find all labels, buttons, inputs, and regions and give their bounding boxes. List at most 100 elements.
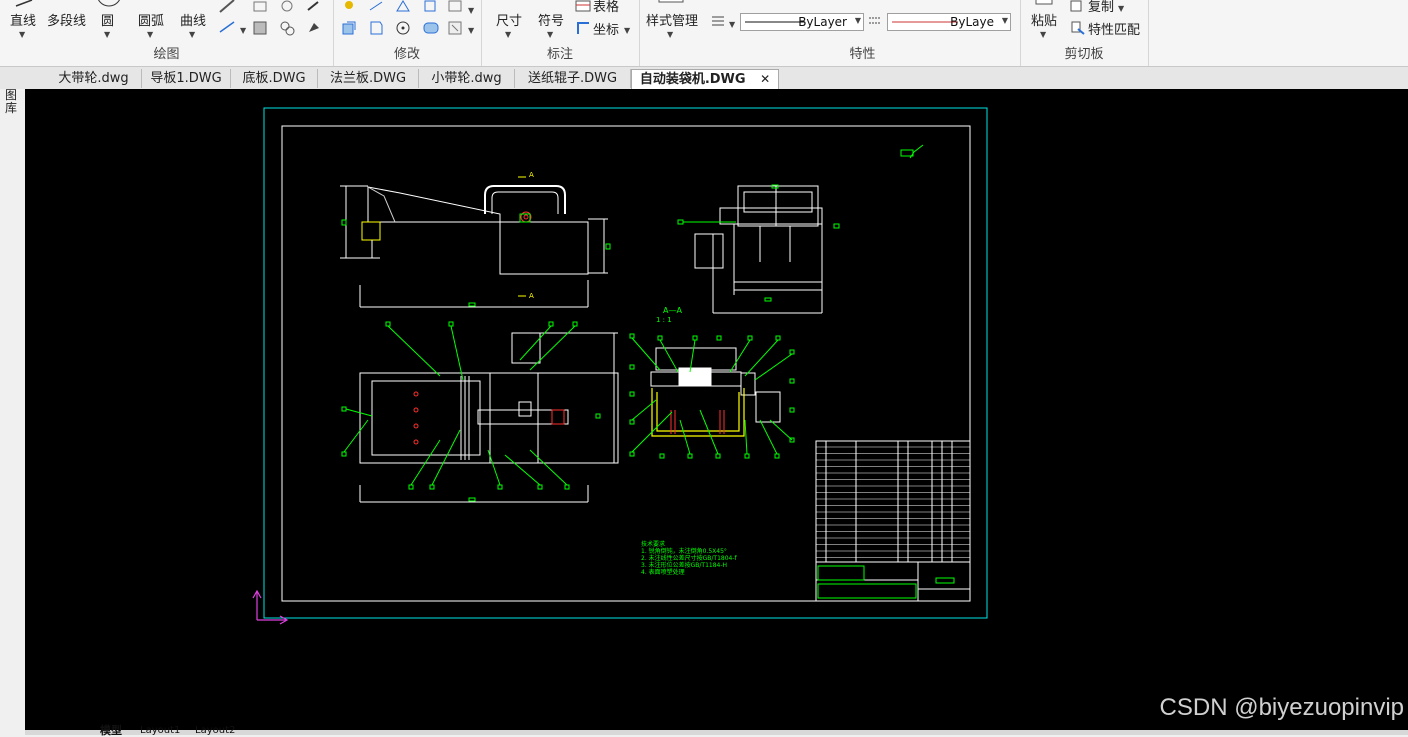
offset-icon[interactable] [422,0,438,12]
circle-icon [98,0,120,7]
mirror-icon[interactable] [395,0,411,12]
scale-label: 1 : 1 [656,316,672,324]
move-icon[interactable] [341,0,357,12]
tech-note-4: 4. 表面喷塑处理 [641,568,685,576]
arc-dropdown-arrow[interactable]: ▼ [147,26,153,41]
style-manager-dropdown-arrow[interactable]: ▼ [667,26,673,41]
block-icon[interactable] [279,0,295,12]
rotate-icon[interactable] [395,20,411,36]
hatch-icon[interactable] [252,20,268,36]
tab-label: 底板.DWG [242,71,306,86]
library-label[interactable]: 图库 [5,89,19,115]
explode-dropdown[interactable]: ▼ [468,22,474,37]
explode-icon[interactable] [447,20,463,36]
modify-group-title: 修改 [393,47,420,62]
layout-tab-1[interactable]: Layout1 [140,726,180,736]
tab-label: 送纸辊子.DWG [527,71,618,86]
curve-dropdown-arrow[interactable]: ▼ [189,26,195,41]
draw-group: 直线 ▼ 多段线 圆 ▼ 圆弧 ▼ 曲线 ▼ ▼ 绘图 [0,0,334,66]
tab-guide-plate[interactable]: 导板1.DWG [142,69,231,88]
paste-icon [1035,0,1053,5]
table-icon [575,0,591,12]
color-combo[interactable]: ByLaye ▼ [887,13,1011,31]
tab-small-pulley[interactable]: 小带轮.dwg [419,69,515,88]
copy-dropdown-arrow[interactable]: ▼ [1118,0,1124,15]
sheet-inner-border [281,125,971,602]
scale-icon[interactable] [368,20,384,36]
tech-note-1: 1. 锐角倒钝，未注倒角0.5X45° [641,547,727,555]
tab-big-pulley[interactable]: 大带轮.dwg [46,69,142,88]
annotate-group-title: 标注 [546,47,573,62]
tab-auto-bagging-machine[interactable]: 自动装袋机.DWG ✕ [631,69,779,89]
lineweight-dropdown[interactable]: ▼ [729,16,735,31]
line-dropdown-arrow[interactable]: ▼ [19,26,25,41]
lineweight-icon [712,16,724,26]
color-dropdown-arrow[interactable]: ▼ [1002,16,1008,25]
section-mark-bottom: A [529,292,534,300]
linetype-preview [745,21,805,23]
circle-dropdown-arrow[interactable]: ▼ [104,26,110,41]
copy-objects-icon[interactable] [341,20,359,36]
section-label: A—A [663,306,682,315]
tab-label: 大带轮.dwg [58,71,129,86]
document-tab-bar: 大带轮.dwg 导板1.DWG 底板.DWG 法兰板.DWG 小带轮.dwg 送… [0,67,1408,89]
tab-feed-roller[interactable]: 送纸辊子.DWG [515,69,631,88]
modify-group: ▼ ▼ 修改 [333,0,482,66]
coordinate-icon [577,22,589,34]
tab-label: 法兰板.DWG [329,71,407,86]
tab-base-plate[interactable]: 底板.DWG [231,69,318,88]
tech-notes: 技术要求 1. 锐角倒钝，未注倒角0.5X45° 2. 未注线性公差尺寸按GB/… [641,540,738,576]
polyline-button[interactable]: 多段线 [47,10,86,29]
layout-tab-model[interactable]: 模型 [100,725,122,736]
coordinate-button[interactable]: 坐标 [593,19,619,38]
color-value: ByLaye [950,15,994,29]
properties-group-title: 特性 [849,47,876,62]
fill-icon[interactable] [306,20,322,36]
region-icon[interactable] [279,20,295,36]
clipboard-group-title: 剪切板 [1064,47,1104,62]
style-manager-icon [658,0,684,3]
parts-list-table [815,440,971,602]
layout-tab-bar: 模型 Layout1 Layout2 [25,725,1408,736]
tab-flange-plate[interactable]: 法兰板.DWG [318,69,419,88]
pencil-icon[interactable] [218,0,236,14]
coordinate-dropdown-arrow[interactable]: ▼ [624,22,630,37]
draw-group-title: 绘图 [153,47,180,62]
top-view [359,332,619,503]
side-view [694,185,823,314]
table-button[interactable]: 表格 [593,0,619,15]
polygon-icon[interactable] [252,0,268,12]
match-properties-button[interactable]: 特性匹配 [1088,19,1140,38]
title-block-green [817,565,955,599]
linetype-combo[interactable]: ByLayer ▼ [740,13,864,31]
copy-button[interactable]: 复制 [1088,0,1114,15]
layout-tab-2[interactable]: Layout2 [195,726,235,736]
symbol-dropdown-arrow[interactable]: ▼ [547,26,553,41]
drawing-canvas[interactable]: A A A—A 1: 1 技术要求 1. 锐角倒钝，未注倒角0.5X45° 2… [25,89,1408,730]
section-view-hatch [651,388,745,437]
roughness-symbol [900,144,924,159]
tab-label: 导板1.DWG [150,71,222,86]
construction-line-dropdown[interactable]: ▼ [240,22,246,37]
stretch-dropdown[interactable]: ▼ [468,2,474,17]
construction-line-icon[interactable] [218,20,236,34]
trim-icon[interactable] [368,0,384,12]
style-group: 样式管理 ▼ [639,0,705,66]
sheet-outer-border [263,107,988,619]
side-view-labels [677,184,840,302]
parts-list-rows [816,446,970,558]
paste-dropdown-arrow[interactable]: ▼ [1040,26,1046,41]
dimension-dropdown-arrow[interactable]: ▼ [505,26,511,41]
linetype-dropdown-arrow[interactable]: ▼ [855,16,861,25]
array-icon[interactable] [422,20,440,36]
stretch-icon[interactable] [447,0,463,12]
point-icon[interactable] [306,0,320,12]
color-preview [892,21,958,23]
front-view-labels [341,213,611,307]
tab-label: 自动装袋机.DWG [639,72,746,87]
tab-label: 小带轮.dwg [431,71,502,86]
tech-note-2: 2. 未注线性公差尺寸按GB/T1804-f [641,554,738,562]
close-icon[interactable]: ✕ [760,72,770,86]
ribbon: 直线 ▼ 多段线 圆 ▼ 圆弧 ▼ 曲线 ▼ ▼ 绘图 ▼ ▼ 修改 尺寸 ▼ … [0,0,1408,67]
cad-drawing: A A A—A 1: 1 技术要求 1. 锐角倒钝，未注倒角0.5X45° 2… [252,107,988,625]
